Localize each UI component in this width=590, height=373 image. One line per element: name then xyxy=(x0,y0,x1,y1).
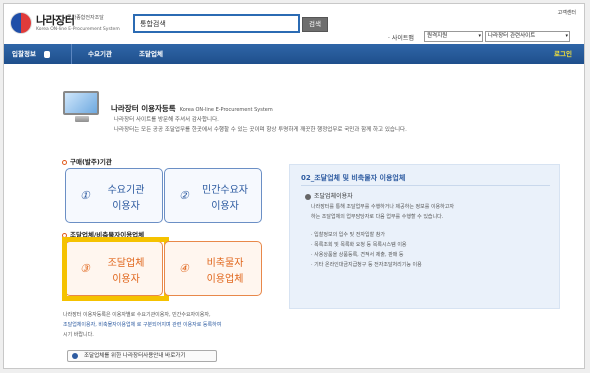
info-description-2: 하는 조달업체의 업무담당자로 다음 업무를 수행할 수 있습니다. xyxy=(311,214,444,220)
divider xyxy=(301,185,550,186)
info-description-1: 나라장터를 통해 조달업무를 수행하거나 제공하는 정보를 이용하고자 xyxy=(311,204,454,210)
customer-center-link[interactable]: 고객센터 xyxy=(558,9,576,16)
private-demander-user-button[interactable]: ② 민간수요자 이용자 xyxy=(164,168,262,223)
login-button[interactable]: 로그인 xyxy=(554,44,572,64)
vendor-guide-label: 조달업체를 위한 나라장터사용안내 바로가기 xyxy=(84,353,186,359)
stockpile-vendor-user-button[interactable]: ④ 비축물자 이용업체 xyxy=(164,241,262,296)
page-title-english: Korea ON-line E-Procurement System xyxy=(179,107,273,113)
notice-text-1: 나라장터 이용자등록은 이용자별로 수요기관이용자, 민간수요자이용자, xyxy=(63,312,211,318)
monitor-icon xyxy=(61,89,103,123)
info-icon xyxy=(72,353,78,359)
info-panel-subtitle-text: 조달업체이용자 xyxy=(314,193,353,200)
info-bullet: · 기타 온라인대금지급청구 등 전자조달처리기능 이용 xyxy=(311,262,422,268)
demand-agency-user-button[interactable]: ① 수요기관 이용자 xyxy=(65,168,163,223)
monitor-stand xyxy=(75,116,89,122)
monitor-screen xyxy=(63,91,99,115)
info-bullet: · 입찰정보의 입수 및 전자입찰 참가 xyxy=(311,232,385,238)
government-emblem-icon xyxy=(10,12,32,34)
top-header: 나라장터 국가종합전자조달 Korea ON-line E-Procuremen… xyxy=(4,4,584,44)
info-bullet: · 목록조회 및 목록화 요청 등 목록시스템 이용 xyxy=(311,242,407,248)
card-label-line1: 비축물자 xyxy=(206,258,244,269)
logo-english: Korea ON-line E-Procurement System xyxy=(36,27,120,32)
notice-text-2: 조달업체이용자, 비축물자이용업체 로 구분되어지며 관련 이용자로 등록하여 xyxy=(63,322,222,328)
page-title: 나라장터 이용자등록 Korea ON-line E-Procurement Sy… xyxy=(111,103,273,114)
welcome-text-1: 나라장터 사이트를 방문해 주셔서 감사합니다. xyxy=(114,117,219,123)
card-label-line1: 수요기관 xyxy=(107,185,145,196)
remote-support-select[interactable]: 원격지원 ▾ xyxy=(424,31,483,42)
vendor-guide-button[interactable]: 조달업체를 위한 나라장터사용안내 바로가기 xyxy=(67,350,217,362)
welcome-text-2: 나라장터는 모든 공공 조달업무를 한곳에서 수행할 수 있는 곳이며 항상 투… xyxy=(114,127,407,133)
card-label-line2: 이용자 xyxy=(211,201,239,212)
main-nav: 입찰정보 수요기관 조달업체 로그인 xyxy=(4,44,584,64)
browser-frame: 나라장터 국가종합전자조달 Korea ON-line E-Procuremen… xyxy=(3,3,585,369)
info-panel-title: 02_조달업체 및 비축물자 이용업체 xyxy=(301,174,406,182)
search-button[interactable]: 검색 xyxy=(302,17,328,32)
info-panel: 02_조달업체 및 비축물자 이용업체 조달업체이용자 나라장터를 통해 조달업… xyxy=(289,164,560,309)
nav-demand-agency[interactable]: 수요기관 xyxy=(88,44,112,64)
chevron-down-icon: ▾ xyxy=(478,33,481,39)
nav-bid-info[interactable]: 입찰정보 xyxy=(12,44,51,64)
nav-bid-info-label: 입찰정보 xyxy=(12,50,36,58)
circle-number-icon xyxy=(305,193,311,200)
chevron-down-icon: ▾ xyxy=(565,33,568,39)
info-bullet: · 사용상품을 상품등록, 견적서 제출, 판매 등 xyxy=(311,252,404,258)
info-panel-subtitle: 조달업체이용자 xyxy=(305,191,353,200)
notice-text-3: 시기 바랍니다. xyxy=(63,332,94,338)
remote-support-value: 원격지원 xyxy=(427,33,448,39)
card-label-line2: 이용자 xyxy=(112,201,140,212)
card-number: ① xyxy=(80,189,90,202)
buyer-section-label: 구매(발주)기관 xyxy=(62,156,112,166)
selection-highlight xyxy=(62,237,169,301)
search-input[interactable]: 통합검색 xyxy=(133,14,300,33)
nav-divider xyxy=(71,44,72,64)
card-label-line1: 민간수요자 xyxy=(202,185,248,196)
circle-bullet-icon xyxy=(62,159,67,165)
card-label-line2: 이용업체 xyxy=(206,274,244,285)
sitemap-link[interactable]: · 사이트맵 xyxy=(388,33,414,42)
card-number: ④ xyxy=(179,262,189,275)
buyer-section-text: 구매(발주)기관 xyxy=(70,158,112,166)
site-logo[interactable]: 나라장터 국가종합전자조달 Korea ON-line E-Procuremen… xyxy=(10,10,120,38)
related-sites-value: 나라장터 관련사이트 xyxy=(488,33,536,39)
mouse-icon xyxy=(44,50,51,58)
logo-subtitle: 국가종합전자조달 xyxy=(67,15,104,21)
card-number: ② xyxy=(179,189,189,202)
page-title-text: 나라장터 이용자등록 xyxy=(111,104,176,113)
related-sites-select[interactable]: 나라장터 관련사이트 ▾ xyxy=(485,31,570,42)
main-content: 나라장터 이용자등록 Korea ON-line E-Procurement Sy… xyxy=(4,64,584,368)
nav-procurement-vendor[interactable]: 조달업체 xyxy=(139,44,163,64)
